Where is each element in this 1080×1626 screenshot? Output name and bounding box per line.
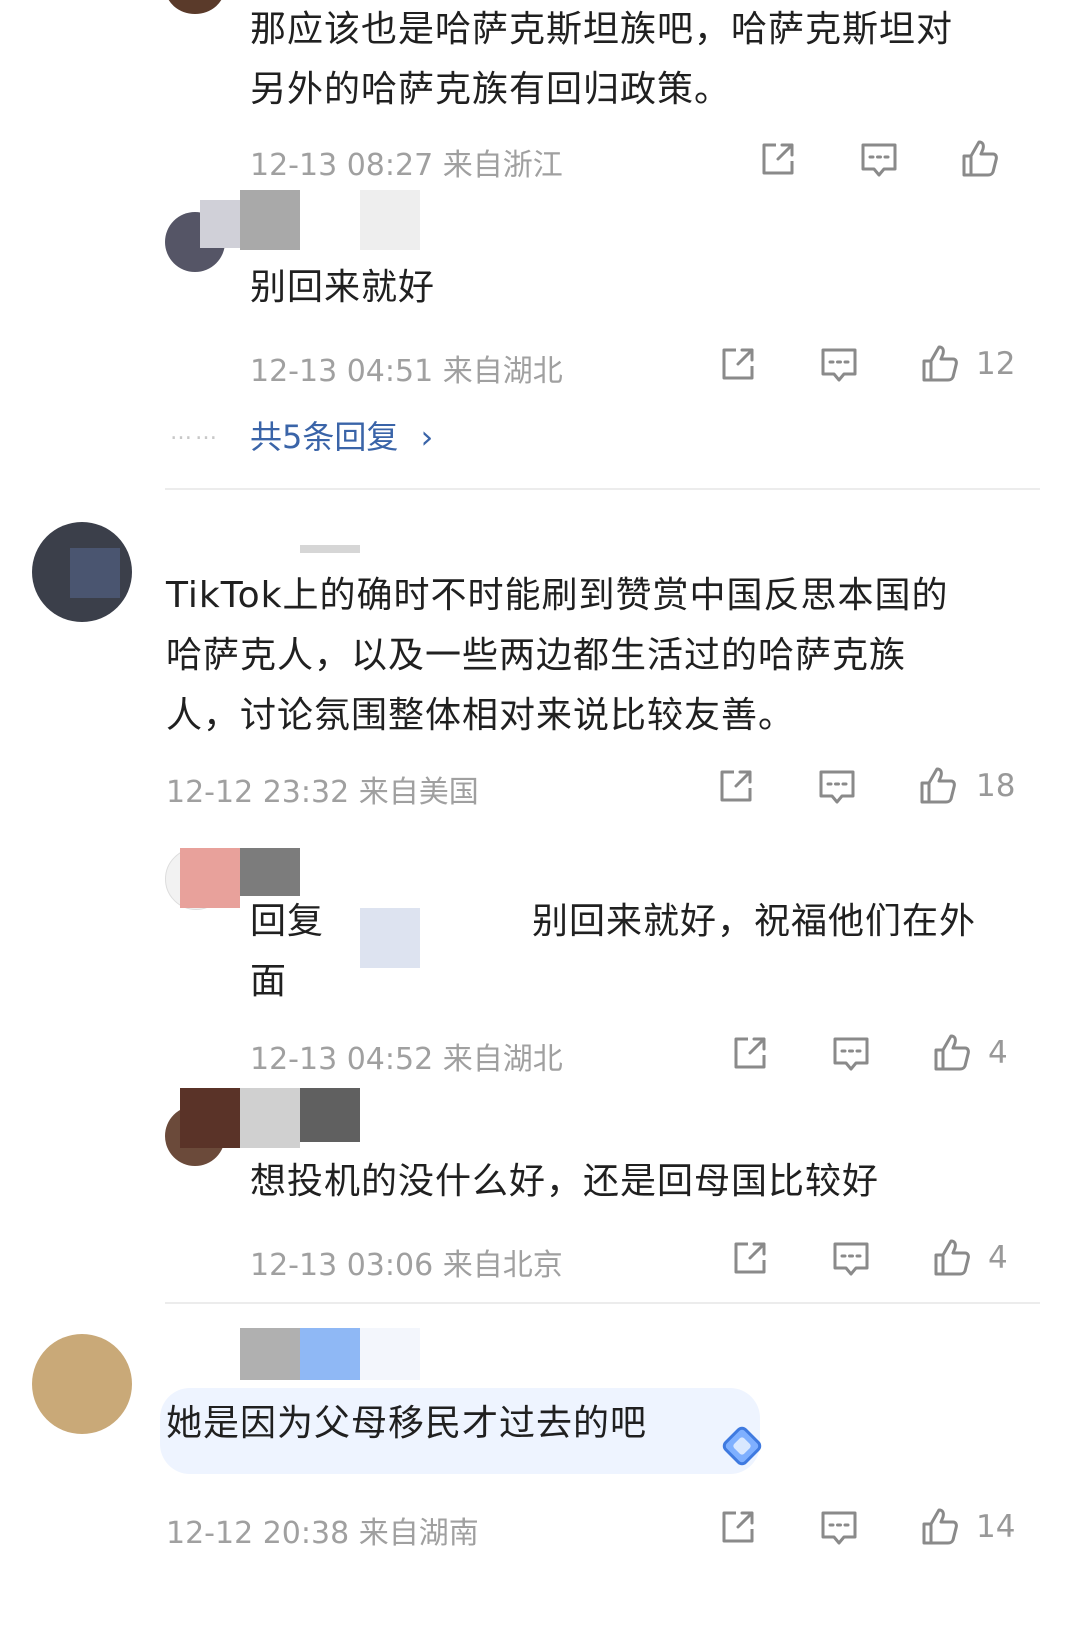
comment-meta: 12-12 23:32 来自美国: [166, 767, 479, 811]
like-count: 4: [988, 1035, 1008, 1071]
thumbs-up-icon[interactable]: [930, 1236, 974, 1280]
like-count: 18: [976, 768, 1016, 804]
timestamp: 12-13 03:06: [250, 1248, 434, 1283]
redacted-username: [70, 548, 120, 598]
comment-text: 那应该也是哈萨克斯坦族吧，哈萨克斯坦对 另外的哈萨克族有回归政策。: [250, 9, 954, 110]
share-icon[interactable]: [714, 764, 758, 808]
redacted-username: [240, 1088, 300, 1148]
share-icon[interactable]: [728, 1236, 772, 1280]
thumbs-up-icon[interactable]: [930, 1031, 974, 1075]
thumbs-up-icon[interactable]: [918, 1505, 962, 1549]
redacted-username: [180, 1088, 240, 1148]
comment-text: 她是因为父母移民才过去的吧: [166, 1403, 648, 1444]
comment-icon[interactable]: [829, 1031, 873, 1075]
like-count: 14: [976, 1509, 1016, 1545]
location: 来自北京: [442, 1248, 563, 1283]
redacted-username: [300, 1088, 360, 1142]
comment-icon[interactable]: [857, 137, 901, 181]
comment-text: 别回来就好: [250, 267, 436, 308]
view-replies-link[interactable]: 共5条回复 ›: [250, 412, 433, 458]
like-count: 12: [976, 346, 1016, 382]
share-icon[interactable]: [728, 1031, 772, 1075]
timestamp: 12-13 04:52: [250, 1042, 434, 1077]
comment-text: TikTok上的确时不时能刷到赞赏中国反思本国的 哈萨克人，以及一些两边都生活过…: [166, 575, 949, 736]
diamond-badge-icon: [716, 1420, 768, 1472]
location: 来自湖南: [358, 1516, 479, 1551]
comment-meta: 12-13 08:27 来自浙江: [250, 140, 563, 184]
thumbs-up-icon[interactable]: [916, 764, 960, 808]
comment-icon[interactable]: [815, 764, 859, 808]
location: 来自美国: [358, 775, 479, 810]
redacted-username: [300, 1328, 360, 1380]
divider: [165, 1302, 1040, 1304]
redacted-username: [180, 848, 240, 908]
redacted-username: [240, 848, 300, 896]
location: 来自湖北: [442, 354, 563, 389]
comment-icon[interactable]: [829, 1236, 873, 1280]
comment-text: 别回来就好，祝福他们在外: [532, 901, 977, 942]
redacted-username: [200, 200, 240, 248]
thumbs-up-icon[interactable]: [958, 137, 1002, 181]
comment-text: 想投机的没什么好，还是回母国比较好: [250, 1161, 880, 1202]
thread-dots: ……: [170, 420, 220, 445]
redacted-username: [240, 190, 300, 250]
location: 来自湖北: [442, 1042, 563, 1077]
comment-icon[interactable]: [817, 1505, 861, 1549]
comment-meta: 12-12 20:38 来自湖南: [166, 1508, 479, 1552]
comment-icon[interactable]: [817, 342, 861, 386]
location: 来自浙江: [442, 148, 563, 183]
timestamp: 12-13 04:51: [250, 354, 434, 389]
timestamp: 12-12 20:38: [166, 1516, 350, 1551]
avatar[interactable]: [165, 0, 225, 14]
comment-meta: 12-13 03:06 来自北京: [250, 1240, 563, 1284]
divider: [165, 488, 1040, 490]
reply-prefix: 回复: [250, 901, 325, 942]
redacted-username: [360, 190, 420, 250]
timestamp: 12-12 23:32: [166, 775, 350, 810]
share-icon[interactable]: [716, 1505, 760, 1549]
redacted-username: [360, 1328, 420, 1380]
chevron-right-icon: ›: [420, 418, 434, 456]
like-count: 4: [988, 1240, 1008, 1276]
comment-meta: 12-13 04:52 来自湖北: [250, 1034, 563, 1078]
share-icon[interactable]: [756, 137, 800, 181]
timestamp: 12-13 08:27: [250, 148, 434, 183]
redacted-username: [240, 1328, 300, 1380]
avatar[interactable]: [32, 1334, 132, 1434]
redacted-mention: [360, 908, 420, 968]
share-icon[interactable]: [716, 342, 760, 386]
thumbs-up-icon[interactable]: [918, 342, 962, 386]
redacted-username: [300, 545, 360, 553]
comment-meta: 12-13 04:51 来自湖北: [250, 346, 563, 390]
